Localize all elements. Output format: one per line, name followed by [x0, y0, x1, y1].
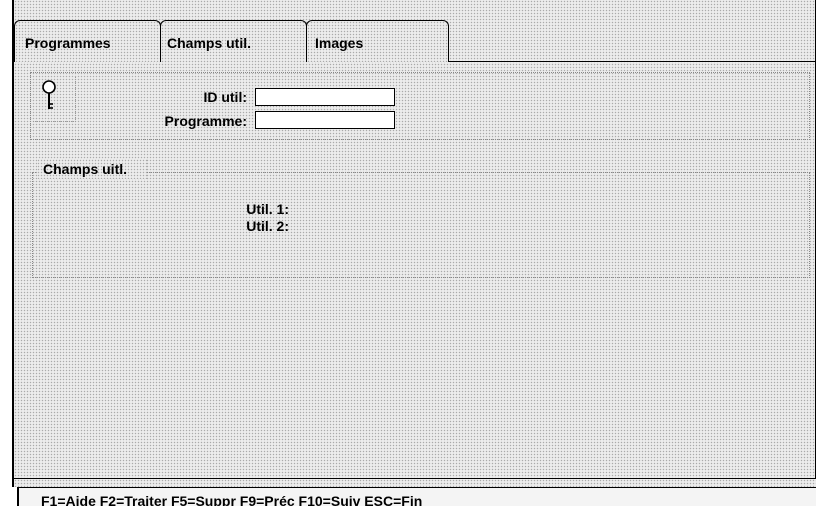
util2-label: Util. 2: — [246, 218, 289, 234]
status-bar-text: F1=Aide F2=Traiter F5=Suppr F9=Préc F10=… — [41, 493, 423, 506]
tab-images[interactable]: Images — [306, 20, 449, 62]
program-field[interactable] — [255, 111, 395, 129]
user-id-field[interactable] — [255, 88, 395, 106]
key-icon — [42, 80, 56, 109]
tab-images-label: Images — [315, 35, 364, 51]
tab-champs-util[interactable]: Champs util. — [160, 20, 307, 62]
function-key-status-bar: F1=Aide F2=Traiter F5=Suppr F9=Préc F10=… — [17, 487, 816, 506]
key-icon-frame — [33, 77, 76, 122]
program-label: Programme: — [164, 113, 247, 129]
user-fields-group: Champs uitl. Util. 1: Util. 2: — [32, 159, 810, 278]
main-window: Programmes Champs util. Images ID util: … — [12, 0, 816, 478]
util1-label: Util. 1: — [246, 201, 289, 217]
tab-strip: Programmes Champs util. Images — [14, 0, 815, 62]
tab-programmes[interactable]: Programmes — [14, 20, 161, 62]
tab-programmes-label: Programmes — [25, 35, 111, 51]
tab-content-panel: ID util: Programme: Champs uitl. Util. 1… — [14, 62, 815, 462]
window-bottom-band — [12, 478, 816, 487]
user-program-group: ID util: Programme: — [30, 72, 810, 140]
user-fields-group-title: Champs uitl. — [37, 159, 148, 179]
tab-champs-util-label: Champs util. — [167, 35, 252, 51]
user-id-label: ID util: — [203, 89, 247, 105]
